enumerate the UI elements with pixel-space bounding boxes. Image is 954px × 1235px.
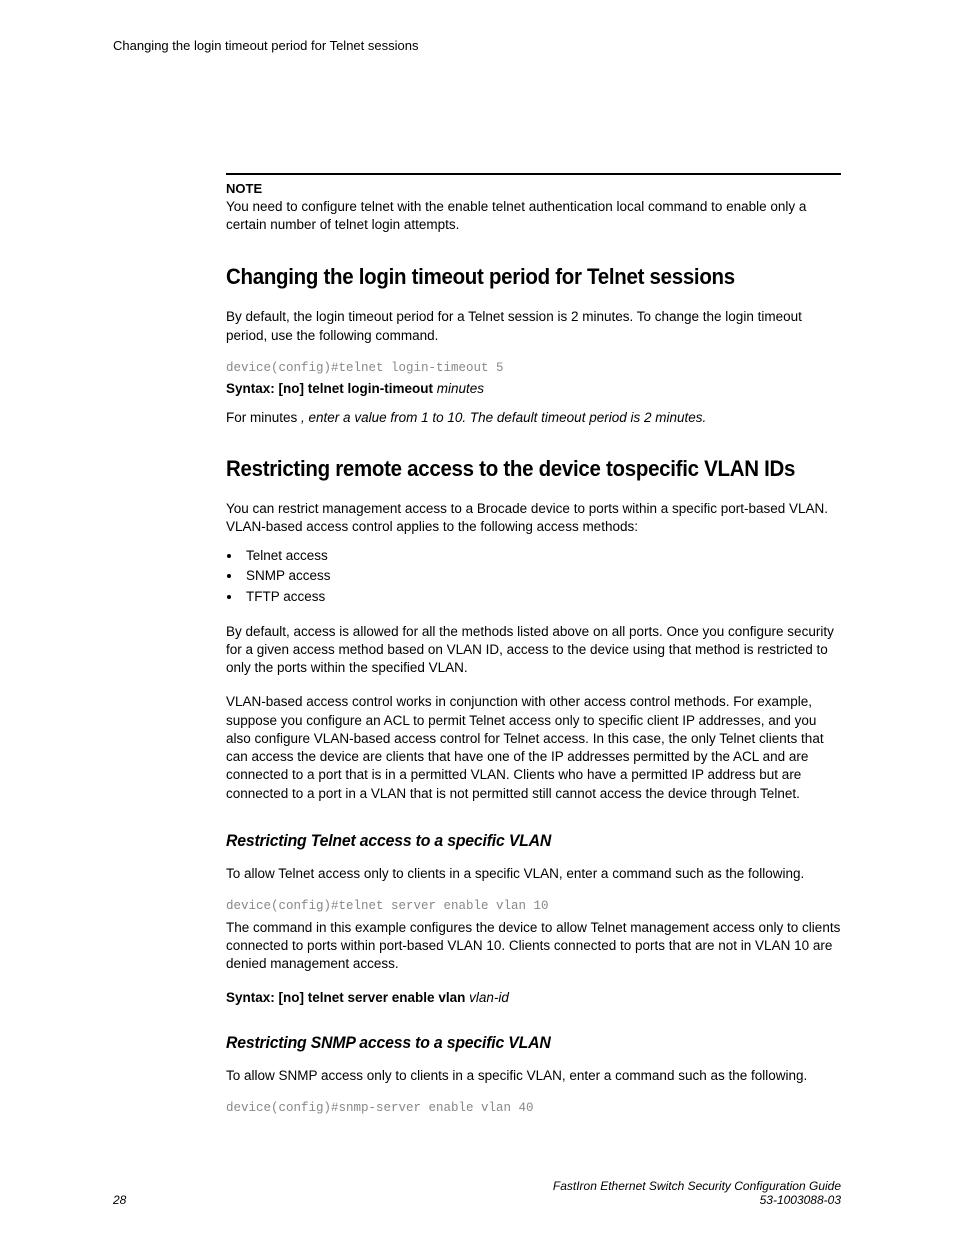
page: Changing the login timeout period for Te…: [0, 0, 954, 1235]
syntax-bold: Syntax: [no] telnet server enable vlan: [226, 990, 465, 1005]
bullet-list: Telnet access SNMP access TFTP access: [226, 546, 841, 607]
code-telnet-timeout: device(config)#telnet login-timeout 5: [226, 361, 841, 375]
syntax-ital: minutes: [433, 381, 484, 396]
heading-vlan-restrict: Restricting remote access to the device …: [226, 456, 798, 482]
syntax-ital: vlan-id: [465, 990, 509, 1005]
desc-roman: For minutes: [226, 410, 301, 425]
syntax-bold: Syntax: [no] telnet login-timeout: [226, 381, 433, 396]
note-rule: [226, 173, 841, 175]
note-text: You need to configure telnet with the en…: [226, 198, 841, 234]
para-vlan-conjunction: VLAN-based access control works in conju…: [226, 693, 841, 802]
para-vlan-intro: You can restrict management access to a …: [226, 500, 841, 536]
syntax-telnet-vlan: Syntax: [no] telnet server enable vlan v…: [226, 990, 841, 1005]
page-number: 28: [113, 1193, 126, 1207]
para-telnet-vlan-desc: The command in this example configures t…: [226, 919, 841, 974]
code-snmp-vlan: device(config)#snmp-server enable vlan 4…: [226, 1101, 841, 1115]
para-timeout-desc: For minutes , enter a value from 1 to 10…: [226, 409, 841, 427]
para-timeout-intro: By default, the login timeout period for…: [226, 308, 841, 344]
footer-right: FastIron Ethernet Switch Security Config…: [553, 1179, 841, 1207]
para-telnet-vlan-intro: To allow Telnet access only to clients i…: [226, 865, 841, 883]
running-header: Changing the login timeout period for Te…: [113, 38, 841, 53]
list-item: SNMP access: [242, 566, 841, 586]
subheading-telnet-vlan: Restricting Telnet access to a specific …: [226, 831, 798, 851]
para-snmp-vlan-intro: To allow SNMP access only to clients in …: [226, 1067, 841, 1085]
para-vlan-default: By default, access is allowed for all th…: [226, 623, 841, 678]
guide-title: FastIron Ethernet Switch Security Config…: [553, 1179, 841, 1193]
heading-telnet-timeout: Changing the login timeout period for Te…: [226, 264, 798, 290]
subheading-snmp-vlan: Restricting SNMP access to a specific VL…: [226, 1033, 798, 1053]
footer: 28 FastIron Ethernet Switch Security Con…: [113, 1179, 841, 1207]
desc-ital: , enter a value from 1 to 10. The defaul…: [301, 410, 706, 425]
list-item: Telnet access: [242, 546, 841, 566]
doc-number: 53-1003088-03: [553, 1193, 841, 1207]
code-telnet-vlan: device(config)#telnet server enable vlan…: [226, 899, 841, 913]
note-label: NOTE: [226, 181, 841, 196]
syntax-telnet-timeout: Syntax: [no] telnet login-timeout minute…: [226, 381, 841, 396]
list-item: TFTP access: [242, 587, 841, 607]
content-area: NOTE You need to configure telnet with t…: [226, 173, 841, 1115]
